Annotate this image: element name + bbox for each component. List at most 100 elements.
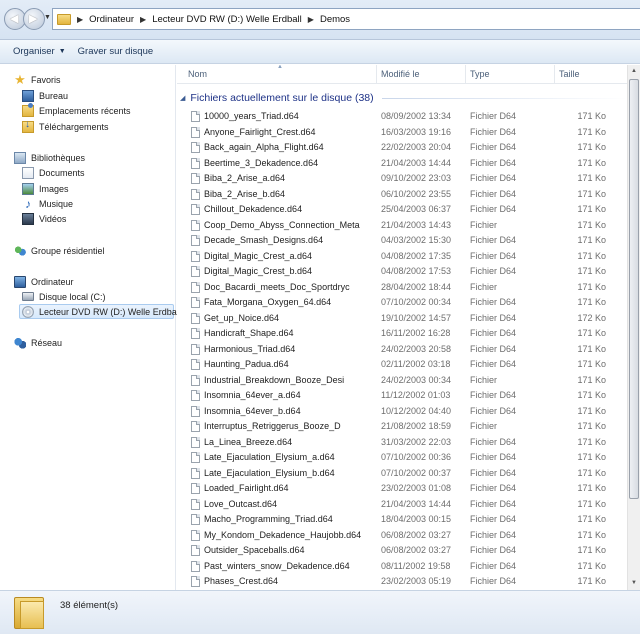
table-row[interactable]: My_Kondom_Dekadence_Haujobb.d64 06/08/200… xyxy=(187,528,622,544)
file-size: 171 Ko xyxy=(577,374,606,385)
file-type: Fichier D64 xyxy=(470,560,517,571)
file-icon xyxy=(191,204,200,215)
video-icon xyxy=(22,212,34,225)
table-row[interactable]: Outsider_Spaceballs.d64 06/08/2002 03:27 F… xyxy=(187,543,622,559)
table-row[interactable]: Phases_Crest.d64 23/02/2003 05:19 Fichier … xyxy=(187,574,622,590)
file-modified: 06/08/2002 03:27 xyxy=(381,545,452,555)
table-row[interactable]: 10000_years_Triad.d64 08/09/2002 13:34 Fic… xyxy=(187,109,622,125)
file-size: 171 Ko xyxy=(577,421,606,431)
file-type: Fichier D64 xyxy=(470,142,517,152)
nav-downloads[interactable]: Téléchargements xyxy=(22,119,109,134)
table-row[interactable]: Loaded_Fairlight.d64 23/02/2003 01:08 Fich… xyxy=(187,481,622,497)
table-row[interactable]: Coop_Demo_Abyss_Connection_Meta 21/04/200… xyxy=(187,218,622,234)
chevron-right-icon[interactable]: ▶ xyxy=(77,15,83,24)
file-icon xyxy=(191,297,200,308)
table-row[interactable]: Digital_Magic_Crest_b.d64 04/08/2002 17:5… xyxy=(187,264,622,280)
recent-pages-dropdown[interactable]: ▼ xyxy=(44,14,51,21)
column-name[interactable]: Nom xyxy=(188,69,207,79)
nav-network[interactable]: Réseau xyxy=(14,335,62,350)
table-row[interactable]: Interruptus_Retriggerus_Booze_D 21/08/200… xyxy=(187,419,622,435)
nav-images[interactable]: Images xyxy=(22,181,69,196)
column-size[interactable]: Taille xyxy=(559,69,580,79)
table-row[interactable]: Harmonious_Triad.d64 24/02/2003 20:58 Fich… xyxy=(187,342,622,358)
nav-homegroup[interactable]: Groupe résidentiel xyxy=(14,243,105,258)
nav-libraries[interactable]: Bibliothèques xyxy=(14,150,85,165)
nav-favorites-label: Favoris xyxy=(31,74,61,85)
chevron-right-icon[interactable]: ▶ xyxy=(308,15,314,24)
back-arrow-icon: ◀ xyxy=(10,13,19,25)
group-header-label: Fichiers actuellement sur le disque (38) xyxy=(190,92,374,104)
file-modified: 11/12/2002 01:03 xyxy=(381,390,451,400)
nav-documents[interactable]: Documents xyxy=(22,165,85,180)
organize-button[interactable]: Organiser ▼ xyxy=(7,42,72,62)
nav-videos[interactable]: Vidéos xyxy=(22,211,66,226)
file-size: 171 Ko xyxy=(577,297,606,307)
forward-button[interactable]: ▶ xyxy=(23,8,45,30)
table-row[interactable]: Past_winters_snow_Dekadence.d64 08/11/200… xyxy=(187,559,622,575)
table-row[interactable]: Industrial_Breakdown_Booze_Desi 24/02/200… xyxy=(187,373,622,389)
nav-videos-label: Vidéos xyxy=(39,213,67,224)
table-row[interactable]: Insomnia_64ever_a.d64 11/12/2002 01:03 Fic… xyxy=(187,388,622,404)
file-size: 171 Ko xyxy=(577,235,606,245)
file-type: Fichier xyxy=(470,421,498,431)
nav-recent-places[interactable]: Emplacements récents xyxy=(22,102,131,118)
group-header[interactable]: ◢ Fichiers actuellement sur le disque (3… xyxy=(180,92,374,104)
nav-dvd-drive[interactable]: Lecteur DVD RW (D:) Welle Erdball xyxy=(19,304,181,319)
nav-favorites[interactable]: ★ Favoris xyxy=(14,72,61,87)
nav-local-disk[interactable]: Disque local (C:) xyxy=(22,289,106,304)
column-divider[interactable] xyxy=(376,65,377,84)
file-icon xyxy=(191,173,200,184)
file-type: Fichier D64 xyxy=(470,390,517,400)
scroll-up-button[interactable]: ▲ xyxy=(628,65,640,78)
scroll-thumb[interactable] xyxy=(629,79,639,499)
table-row[interactable]: Insomnia_64ever_b.d64 10/12/2002 04:40 Fic… xyxy=(187,404,622,420)
file-type: Fichier D64 xyxy=(470,204,517,214)
nav-music[interactable]: ♪ Musique xyxy=(22,196,73,211)
breadcrumb-demos[interactable]: Demos xyxy=(320,14,350,25)
table-row[interactable]: Decade_Smash_Designs.d64 04/03/2002 15:30… xyxy=(187,233,622,249)
column-divider[interactable] xyxy=(465,65,466,84)
table-row[interactable]: Love_Outcast.d64 21/04/2003 14:44 Fichier … xyxy=(187,497,622,513)
nav-local-disk-label: Disque local (C:) xyxy=(39,291,106,302)
table-row[interactable]: Fata_Morgana_Oxygen_64.d64 07/10/2002 00:… xyxy=(187,295,622,311)
table-row[interactable]: Biba_2_Arise_a.d64 09/10/2002 23:03 Fichie… xyxy=(187,171,622,187)
column-type[interactable]: Type xyxy=(470,69,490,79)
table-row[interactable]: Anyone_Fairlight_Crest.d64 16/03/2003 19:… xyxy=(187,125,622,141)
collapse-triangle-icon[interactable]: ◢ xyxy=(180,94,185,102)
table-row[interactable]: Doc_Bacardi_meets_Doc_Sportdryc 28/04/200… xyxy=(187,280,622,296)
file-modified: 21/04/2003 14:44 xyxy=(381,157,452,168)
table-row[interactable]: Chillout_Dekadence.d64 25/04/2003 06:37 Fi… xyxy=(187,202,622,218)
chevron-right-icon[interactable]: ▶ xyxy=(140,15,146,24)
table-row[interactable]: Late_Ejaculation_Elysium_b.d64 07/10/2002… xyxy=(187,466,622,482)
table-row[interactable]: Get_up_Noice.d64 19/10/2002 14:57 Fichier … xyxy=(187,311,622,327)
breadcrumb-dvd-drive[interactable]: Lecteur DVD RW (D:) Welle Erdball xyxy=(152,14,302,25)
file-size: 172 Ko xyxy=(577,312,606,323)
hard-disk-icon xyxy=(22,292,34,301)
table-row[interactable]: Handicraft_Shape.d64 16/11/2002 16:28 Fich… xyxy=(187,326,622,342)
file-size: 171 Ko xyxy=(577,266,606,276)
file-modified: 24/02/2003 20:58 xyxy=(381,343,452,354)
burn-label: Graver sur disque xyxy=(77,46,154,57)
breadcrumb[interactable]: ▶ Ordinateur ▶ Lecteur DVD RW (D:) Welle… xyxy=(52,8,640,30)
burn-to-disc-button[interactable]: Graver sur disque xyxy=(72,42,160,62)
breadcrumb-computer[interactable]: Ordinateur xyxy=(89,14,134,25)
nav-desktop[interactable]: Bureau xyxy=(22,88,68,103)
table-row[interactable]: Macho_Programming_Triad.d64 18/04/2003 00… xyxy=(187,512,622,528)
table-row[interactable]: Back_again_Alpha_Flight.d64 22/02/2003 20… xyxy=(187,140,622,156)
navigation-pane: ★ Favoris Bureau Emplacements récents Té… xyxy=(0,65,181,590)
file-name: Digital_Magic_Crest_b.d64 xyxy=(204,266,313,276)
table-row[interactable]: Beertime_3_Dekadence.d64 21/04/2003 14:44… xyxy=(187,156,622,172)
column-modified[interactable]: Modifié le xyxy=(381,69,420,79)
vertical-scrollbar[interactable]: ▲ ▼ xyxy=(627,65,640,590)
file-icon xyxy=(191,560,200,572)
file-modified: 31/03/2002 22:03 xyxy=(381,436,452,447)
table-row[interactable]: Biba_2_Arise_b.d64 06/10/2002 23:55 Fichie… xyxy=(187,187,622,203)
column-divider[interactable] xyxy=(554,65,555,84)
file-name: Anyone_Fairlight_Crest.d64 xyxy=(204,126,316,137)
table-row[interactable]: Haunting_Padua.d64 02/11/2002 03:18 Fichie… xyxy=(187,357,622,373)
nav-computer[interactable]: Ordinateur xyxy=(14,274,74,289)
table-row[interactable]: La_Linea_Breeze.d64 31/03/2002 22:03 Fichi… xyxy=(187,435,622,451)
scroll-down-button[interactable]: ▼ xyxy=(628,577,640,590)
table-row[interactable]: Late_Ejaculation_Elysium_a.d64 07/10/2002… xyxy=(187,450,622,466)
table-row[interactable]: Digital_Magic_Crest_a.d64 04/08/2002 17:3… xyxy=(187,249,622,265)
